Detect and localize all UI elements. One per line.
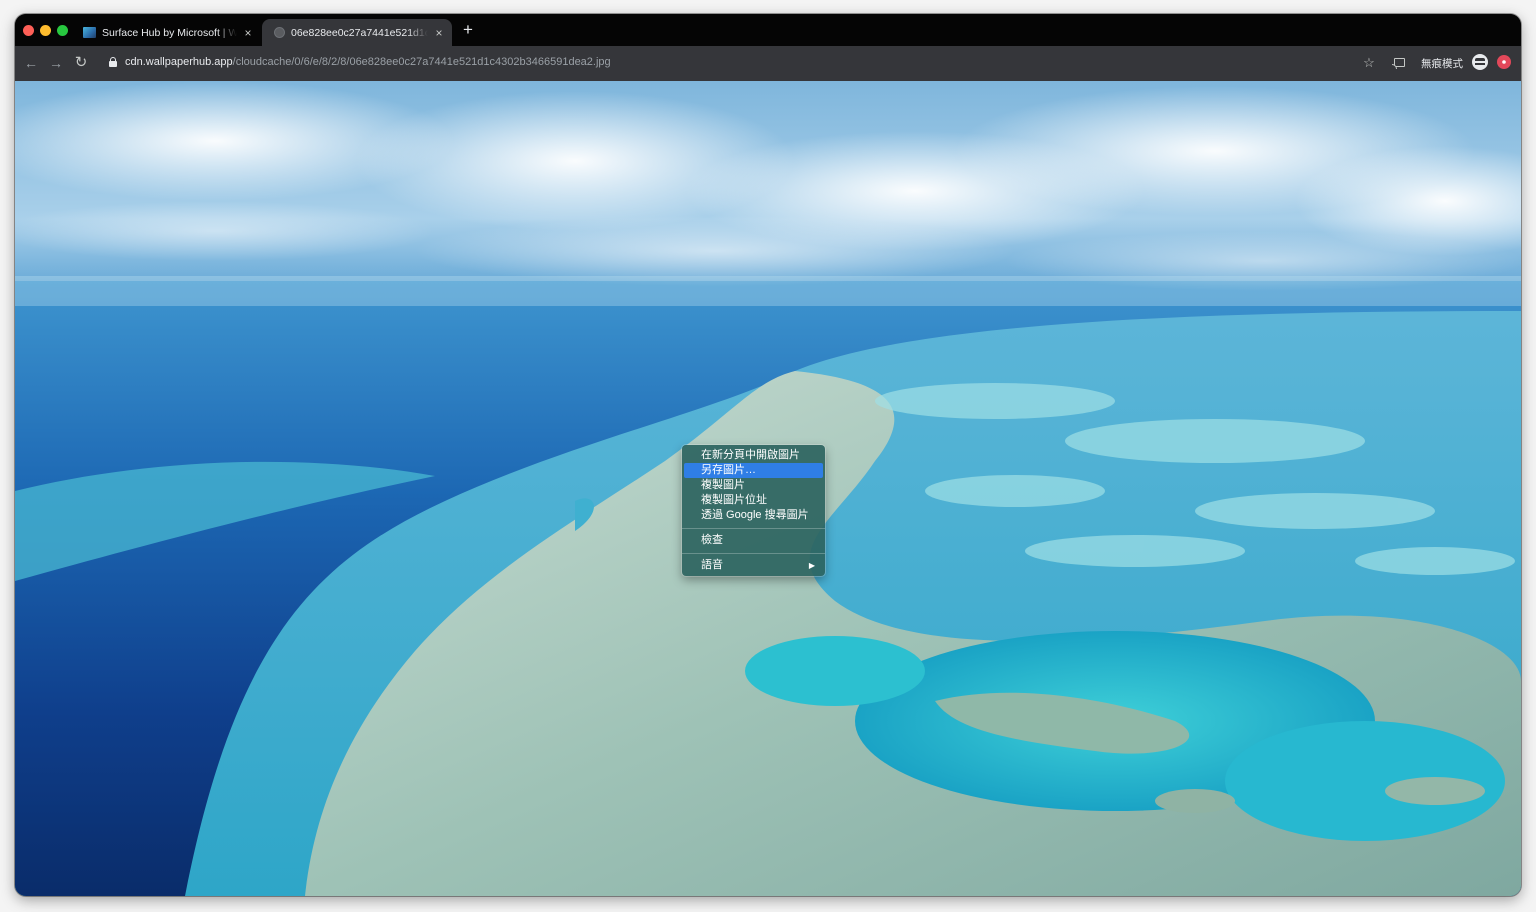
lock-icon[interactable] [109,57,117,67]
wallpaperhub-favicon-icon [83,27,96,38]
incognito-icon[interactable] [1472,54,1488,70]
reload-icon[interactable]: ↻ [73,55,89,71]
address-bar[interactable]: cdn.wallpaperhub.app/cloudcache/0/6/e/8/… [125,56,611,68]
globe-favicon-icon [274,27,285,38]
browser-toolbar: ← → ↻ cdn.wallpaperhub.app/cloudcache/0/… [15,46,1521,81]
menu-divider [682,528,825,529]
tab-image-file[interactable]: 06e828ee0c27a7441e521d1c4302b3466591dea2… [262,19,452,46]
tab-title: 06e828ee0c27a7441e521d1c4302b3466591dea2… [291,26,428,39]
menu-save-image-as[interactable]: 另存圖片… [684,463,823,478]
context-menu: 在新分頁中開啟圖片 另存圖片… 複製圖片 複製圖片位址 透過 Google 搜尋… [682,445,825,576]
extension-icon[interactable] [1497,55,1511,69]
bookmark-star-icon[interactable]: ☆ [1361,55,1377,71]
minimize-window-button[interactable] [40,25,51,36]
close-window-button[interactable] [23,25,34,36]
cast-icon[interactable] [1392,55,1408,71]
tab-title: Surface Hub by Microsoft | Wallpaperhub [102,26,237,39]
menu-inspect[interactable]: 檢查 [684,533,823,548]
url-domain: cdn.wallpaperhub.app [125,56,233,68]
image-viewport[interactable]: 在新分頁中開啟圖片 另存圖片… 複製圖片 複製圖片位址 透過 Google 搜尋… [15,81,1521,896]
close-tab-icon[interactable]: × [432,26,446,40]
menu-divider [682,553,825,554]
menu-open-image-new-tab[interactable]: 在新分頁中開啟圖片 [684,448,823,463]
menu-speech-label: 語音 [701,559,723,571]
forward-arrow-icon[interactable]: → [48,55,64,71]
browser-window: Surface Hub by Microsoft | Wallpaperhub … [15,14,1521,896]
tab-strip: Surface Hub by Microsoft | Wallpaperhub … [15,14,1521,46]
new-tab-button[interactable]: + [460,21,476,38]
maximize-window-button[interactable] [57,25,68,36]
close-tab-icon[interactable]: × [241,26,255,40]
url-path: /cloudcache/0/6/e/8/2/8/06e828ee0c27a744… [232,56,611,68]
menu-speech[interactable]: 語音 ▶ [684,558,823,573]
tab-surface-hub[interactable]: Surface Hub by Microsoft | Wallpaperhub … [71,19,261,46]
submenu-arrow-icon: ▶ [808,561,815,570]
menu-copy-image[interactable]: 複製圖片 [684,478,823,493]
back-arrow-icon[interactable]: ← [23,55,39,71]
menu-search-image-google[interactable]: 透過 Google 搜尋圖片 [684,508,823,523]
incognito-label[interactable]: 無痕模式 [1421,56,1463,71]
menu-copy-image-address[interactable]: 複製圖片位址 [684,493,823,508]
